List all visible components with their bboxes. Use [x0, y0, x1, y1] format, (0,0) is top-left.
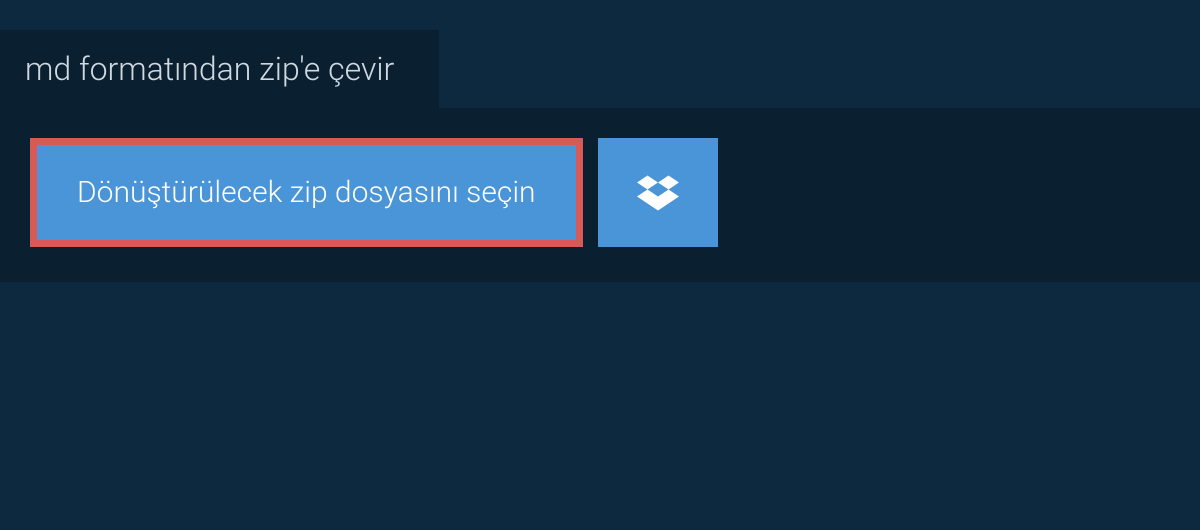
tab-convert[interactable]: md formatından zip'e çevir	[0, 30, 439, 108]
button-row: Dönüştürülecek zip dosyasını seçin	[30, 138, 1170, 247]
select-file-button[interactable]: Dönüştürülecek zip dosyasını seçin	[30, 138, 583, 247]
dropbox-button[interactable]	[598, 138, 718, 247]
select-file-label: Dönüştürülecek zip dosyasını seçin	[77, 175, 536, 210]
tab-label: md formatından zip'e çevir	[25, 50, 394, 88]
content-panel: Dönüştürülecek zip dosyasını seçin	[0, 108, 1200, 282]
dropbox-icon	[637, 172, 679, 214]
tab-container: md formatından zip'e çevir	[0, 30, 1200, 108]
